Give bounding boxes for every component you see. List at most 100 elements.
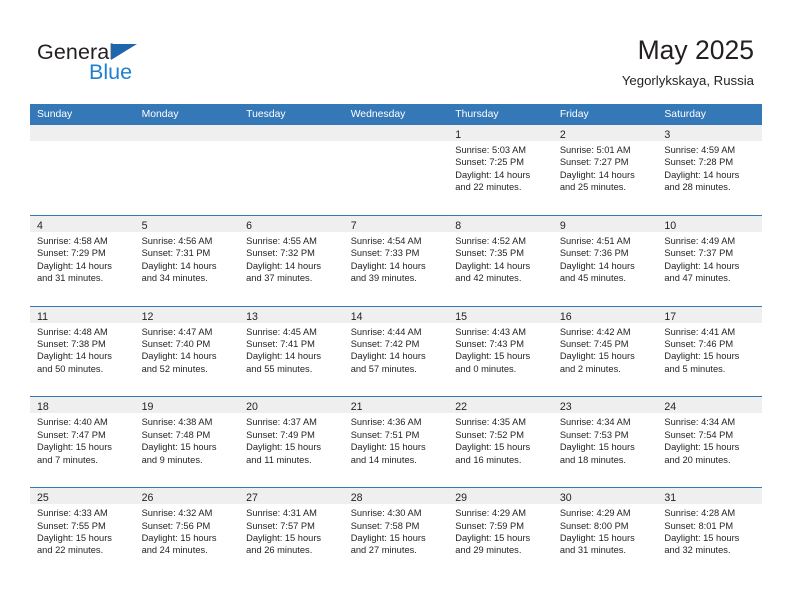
day-number: 28	[350, 492, 363, 505]
calendar-day-cell[interactable]: 11 Sunrise: 4:48 AM Sunset: 7:38 PM Dayligh…	[30, 306, 135, 397]
calendar-day-cell[interactable]: 24 Sunrise: 4:34 AM Sunset: 7:54 PM Dayligh…	[657, 397, 762, 488]
calendar-grid: Sunday Monday Tuesday Wednesday Thursday…	[30, 104, 762, 578]
daylight-text-line2: and 5 minutes.	[664, 363, 726, 374]
daylight-text-line1: Daylight: 15 hours	[141, 533, 217, 543]
day-sun-info: Sunrise: 4:31 AM Sunset: 7:57 PM Daylight:…	[239, 504, 344, 557]
sunrise-text: Sunrise: 4:34 AM	[664, 417, 736, 428]
calendar-day-cell[interactable]: 10 Sunrise: 4:49 AM Sunset: 7:37 PM Dayligh…	[657, 215, 762, 306]
calendar-day-cell[interactable]: 29 Sunrise: 4:29 AM Sunset: 7:59 PM Dayligh…	[448, 488, 553, 578]
day-sun-info: Sunrise: 4:47 AM Sunset: 7:40 PM Daylight:…	[135, 323, 240, 376]
sunrise-text: Sunrise: 5:03 AM	[455, 145, 527, 155]
calendar-day-cell[interactable]: 12 Sunrise: 4:47 AM Sunset: 7:40 PM Dayligh…	[134, 306, 240, 397]
calendar-day-cell[interactable]: 19 Sunrise: 4:38 AM Sunset: 7:48 PM Dayligh…	[134, 397, 240, 488]
sunrise-text: Sunrise: 4:34 AM	[559, 417, 631, 428]
logo-triangle-icon	[111, 44, 137, 60]
calendar-day-cell[interactable]: 22 Sunrise: 4:35 AM Sunset: 7:52 PM Dayligh…	[448, 397, 553, 488]
day-number-band: 14	[343, 306, 449, 323]
daylight-text-line2: and 2 minutes.	[559, 363, 621, 374]
day-number-band: 24	[657, 397, 762, 414]
day-number-band: 11	[30, 306, 135, 323]
day-number-band: 3	[657, 125, 762, 141]
day-number-band: 29	[448, 488, 553, 505]
day-number: 1	[455, 129, 462, 141]
day-number-band: 25	[30, 488, 135, 505]
daylight-text-line1: Daylight: 14 hours	[664, 169, 740, 180]
calendar-day-cell[interactable]: 2 Sunrise: 5:01 AM Sunset: 7:27 PM Daylight…	[552, 125, 658, 215]
day-number-band: 21	[343, 397, 449, 414]
calendar-day-cell[interactable]: 4 Sunrise: 4:58 AM Sunset: 7:29 PM Daylight…	[30, 215, 135, 306]
calendar-day-cell[interactable]: 3 Sunrise: 4:59 AM Sunset: 7:28 PM Daylight…	[657, 125, 762, 215]
sunrise-text: Sunrise: 4:56 AM	[141, 235, 213, 246]
sunset-text: Sunset: 7:45 PM	[559, 339, 629, 349]
day-sun-info: Sunrise: 5:03 AM Sunset: 7:25 PM Daylight:…	[448, 141, 553, 194]
daylight-text-line1: Daylight: 15 hours	[350, 442, 426, 453]
calendar-day-cell[interactable]: 6 Sunrise: 4:55 AM Sunset: 7:32 PM Daylight…	[239, 215, 344, 306]
sunrise-text: Sunrise: 4:49 AM	[664, 235, 736, 246]
day-number-band: 6	[239, 215, 344, 232]
sunrise-text: Sunrise: 4:45 AM	[246, 326, 317, 337]
calendar-day-cell[interactable]: 15 Sunrise: 4:43 AM Sunset: 7:43 PM Dayligh…	[448, 306, 553, 397]
day-number: 31	[664, 492, 677, 505]
sunset-text: Sunset: 7:47 PM	[37, 429, 106, 440]
calendar-day-cell[interactable]: 1 Sunrise: 5:03 AM Sunset: 7:25 PM Daylight…	[448, 125, 553, 215]
daylight-text-line2: and 42 minutes.	[455, 273, 522, 284]
daylight-text-line1: Daylight: 14 hours	[141, 351, 217, 362]
calendar-day-cell[interactable]: 31 Sunrise: 4:28 AM Sunset: 8:01 PM Dayligh…	[657, 488, 762, 578]
day-sun-info: Sunrise: 4:40 AM Sunset: 7:47 PM Daylight:…	[30, 413, 135, 466]
calendar-day-cell[interactable]: 30 Sunrise: 4:29 AM Sunset: 8:00 PM Dayligh…	[552, 488, 658, 578]
sunset-text: Sunset: 7:42 PM	[350, 339, 420, 349]
sunset-text: Sunset: 7:38 PM	[37, 339, 106, 349]
calendar-day-cell[interactable]: 23 Sunrise: 4:34 AM Sunset: 7:53 PM Dayligh…	[552, 397, 658, 488]
day-number: 23	[559, 401, 572, 414]
sunset-text: Sunset: 7:46 PM	[664, 339, 734, 349]
sunrise-text: Sunrise: 4:31 AM	[246, 508, 317, 519]
weekday-header-tuesday: Tuesday	[246, 109, 286, 120]
day-number: 9	[559, 219, 566, 232]
sunset-text: Sunset: 7:25 PM	[455, 157, 524, 168]
general-blue-logo[interactable]: General Blue	[37, 40, 237, 86]
day-sun-info: Sunrise: 4:30 AM Sunset: 7:58 PM Daylight:…	[344, 504, 449, 557]
day-sun-info: Sunrise: 4:35 AM Sunset: 7:52 PM Daylight:…	[448, 413, 553, 466]
calendar-day-cell[interactable]: 20 Sunrise: 4:37 AM Sunset: 7:49 PM Dayligh…	[239, 397, 344, 488]
sunset-text: Sunset: 7:52 PM	[455, 429, 524, 440]
calendar-day-cell[interactable]: 26 Sunrise: 4:32 AM Sunset: 7:56 PM Dayligh…	[134, 488, 240, 578]
calendar-day-cell[interactable]: 14 Sunrise: 4:44 AM Sunset: 7:42 PM Dayligh…	[343, 306, 449, 397]
calendar-day-cell[interactable]: 18 Sunrise: 4:40 AM Sunset: 7:47 PM Dayligh…	[30, 397, 135, 488]
title-block: May 2025 Yegorlykskaya, Russia	[622, 34, 754, 90]
calendar-day-cell[interactable]: 5 Sunrise: 4:56 AM Sunset: 7:31 PM Daylight…	[134, 215, 240, 306]
sunset-text: Sunset: 7:40 PM	[141, 339, 211, 349]
day-number-band: 8	[448, 215, 553, 232]
calendar-day-cell[interactable]: 9 Sunrise: 4:51 AM Sunset: 7:36 PM Daylight…	[552, 215, 658, 306]
calendar-day-cell[interactable]: 27 Sunrise: 4:31 AM Sunset: 7:57 PM Dayligh…	[239, 488, 344, 578]
calendar-day-cell[interactable]: 7 Sunrise: 4:54 AM Sunset: 7:33 PM Daylight…	[343, 215, 449, 306]
day-number: 11	[37, 310, 48, 323]
daylight-text-line1: Daylight: 15 hours	[455, 442, 531, 453]
sunset-text: Sunset: 7:55 PM	[37, 520, 106, 531]
calendar-day-cell[interactable]: 28 Sunrise: 4:30 AM Sunset: 7:58 PM Dayligh…	[343, 488, 449, 578]
calendar-day-cell[interactable]: 16 Sunrise: 4:42 AM Sunset: 7:45 PM Dayligh…	[552, 306, 658, 397]
day-number-band: 12	[134, 306, 240, 323]
day-number-band: 17	[657, 306, 762, 323]
calendar-day-cell[interactable]: 17 Sunrise: 4:41 AM Sunset: 7:46 PM Dayligh…	[657, 306, 762, 397]
day-number: 12	[141, 310, 154, 323]
sunrise-text: Sunrise: 5:01 AM	[559, 145, 631, 155]
daylight-text-line2: and 37 minutes.	[246, 273, 313, 284]
day-number: 24	[664, 401, 677, 414]
calendar-day-cell[interactable]: 21 Sunrise: 4:36 AM Sunset: 7:51 PM Dayligh…	[343, 397, 449, 488]
sunset-text: Sunset: 7:41 PM	[246, 339, 315, 349]
daylight-text-line2: and 47 minutes.	[664, 273, 731, 284]
day-sun-info: Sunrise: 4:36 AM Sunset: 7:51 PM Daylight:…	[344, 413, 449, 466]
day-number: 2	[559, 129, 566, 141]
sunset-text: Sunset: 7:28 PM	[664, 157, 734, 168]
calendar-week-row: 1 Sunrise: 5:03 AM Sunset: 7:25 PM Daylight…	[30, 125, 762, 215]
calendar-day-cell-empty	[343, 125, 449, 215]
day-number: 29	[455, 492, 468, 505]
day-number: 7	[350, 219, 357, 232]
calendar-day-cell[interactable]: 25 Sunrise: 4:33 AM Sunset: 7:55 PM Dayligh…	[30, 488, 135, 578]
daylight-text-line2: and 29 minutes.	[455, 545, 522, 556]
day-number-band: 10	[657, 215, 762, 232]
calendar-day-cell[interactable]: 8 Sunrise: 4:52 AM Sunset: 7:35 PM Daylight…	[448, 215, 553, 306]
calendar-day-cell[interactable]: 13 Sunrise: 4:45 AM Sunset: 7:41 PM Dayligh…	[239, 306, 344, 397]
sunset-text: Sunset: 7:29 PM	[37, 248, 106, 259]
daylight-text-line1: Daylight: 14 hours	[246, 351, 322, 362]
